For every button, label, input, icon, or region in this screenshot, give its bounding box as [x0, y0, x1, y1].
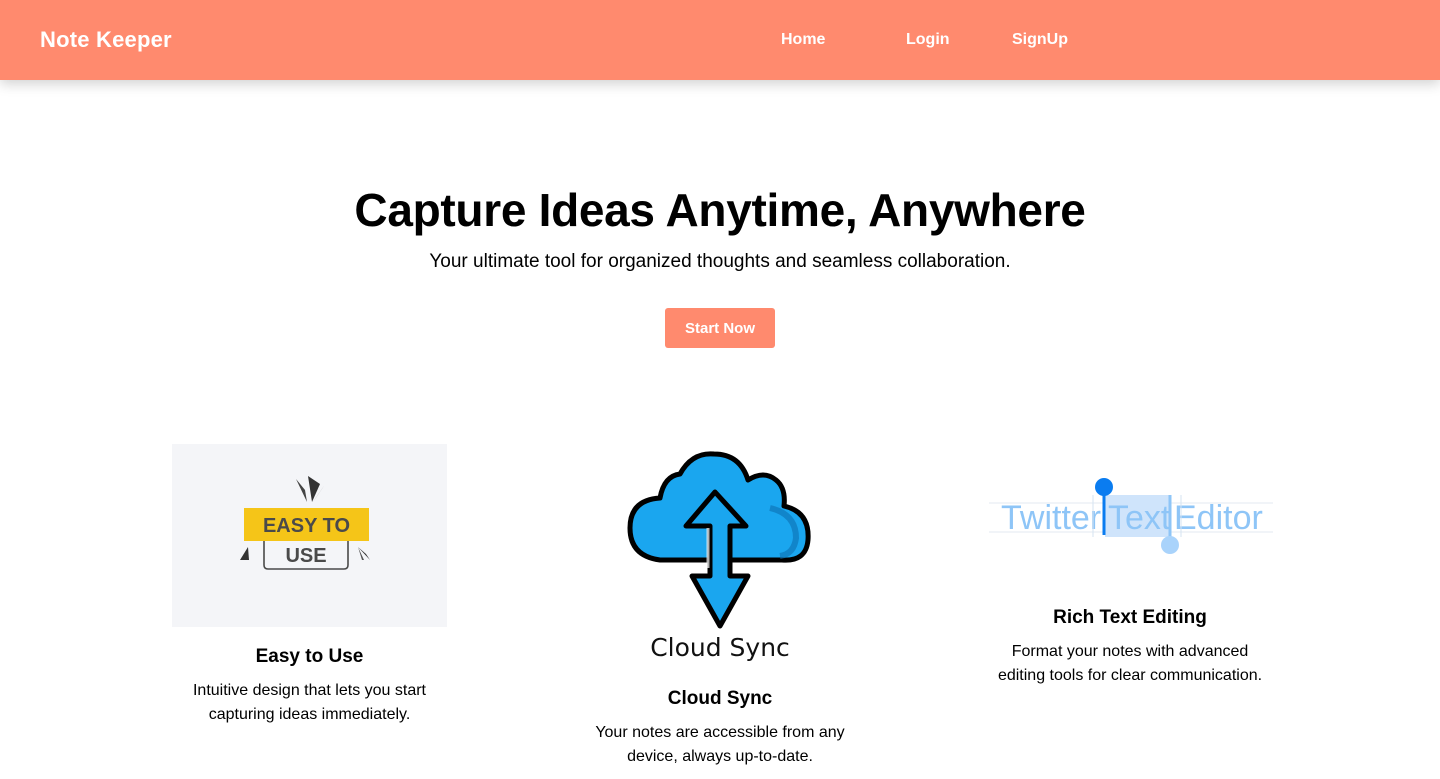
easy-to-use-image: EASY TO USE: [172, 444, 447, 627]
nav-link-login[interactable]: Login: [906, 31, 950, 49]
svg-text:Cloud Sync: Cloud Sync: [650, 633, 790, 662]
text-editor-image: Twitter Text Editor: [985, 475, 1277, 570]
brand-logo[interactable]: Note Keeper: [40, 27, 172, 53]
svg-text:EASY TO: EASY TO: [263, 515, 350, 537]
feature-title-rich-text: Rich Text Editing: [1053, 607, 1207, 628]
navbar: Note Keeper Home Login SignUp: [0, 0, 1440, 80]
feature-desc-rich-text-line1: Format your notes with advanced: [1011, 643, 1249, 660]
feature-desc-rich-text-line2: editing tools for clear communication.: [997, 667, 1263, 684]
hero-title: Capture Ideas Anytime, Anywhere: [354, 184, 1086, 236]
feature-desc-rich-text: Format your notes with advanced editing …: [960, 640, 1300, 688]
svg-text:Editor: Editor: [1174, 499, 1263, 537]
easy-to-use-badge-icon: EASY TO USE: [240, 476, 370, 570]
cloud-sync-image: Cloud Sync: [620, 448, 820, 668]
svg-text:Twitter: Twitter: [1001, 499, 1101, 537]
feature-desc-cloud-line1: Your notes are accessible from any: [595, 724, 845, 741]
feature-desc-easy-line1: Intuitive design that lets you start: [192, 682, 426, 699]
feature-desc-easy-line2: capturing ideas immediately.: [208, 706, 411, 723]
feature-title-cloud: Cloud Sync: [667, 688, 773, 709]
feature-desc-cloud-line2: device, always up-to-date.: [627, 748, 813, 765]
feature-desc-easy: Intuitive design that lets you start cap…: [150, 679, 469, 727]
feature-title-easy: Easy to Use: [255, 646, 364, 667]
nav-link-signup[interactable]: SignUp: [1012, 31, 1068, 49]
text-editor-cursor-icon: Twitter Text Editor: [989, 478, 1273, 554]
feature-desc-cloud: Your notes are accessible from any devic…: [560, 721, 880, 769]
hero-subtitle: Your ultimate tool for organized thought…: [429, 251, 1011, 272]
svg-text:Text: Text: [1108, 499, 1171, 537]
start-now-button[interactable]: Start Now: [665, 308, 775, 348]
svg-text:USE: USE: [285, 545, 326, 567]
nav-link-home[interactable]: Home: [781, 31, 825, 49]
cloud-upload-download-icon: Cloud Sync: [627, 451, 811, 662]
